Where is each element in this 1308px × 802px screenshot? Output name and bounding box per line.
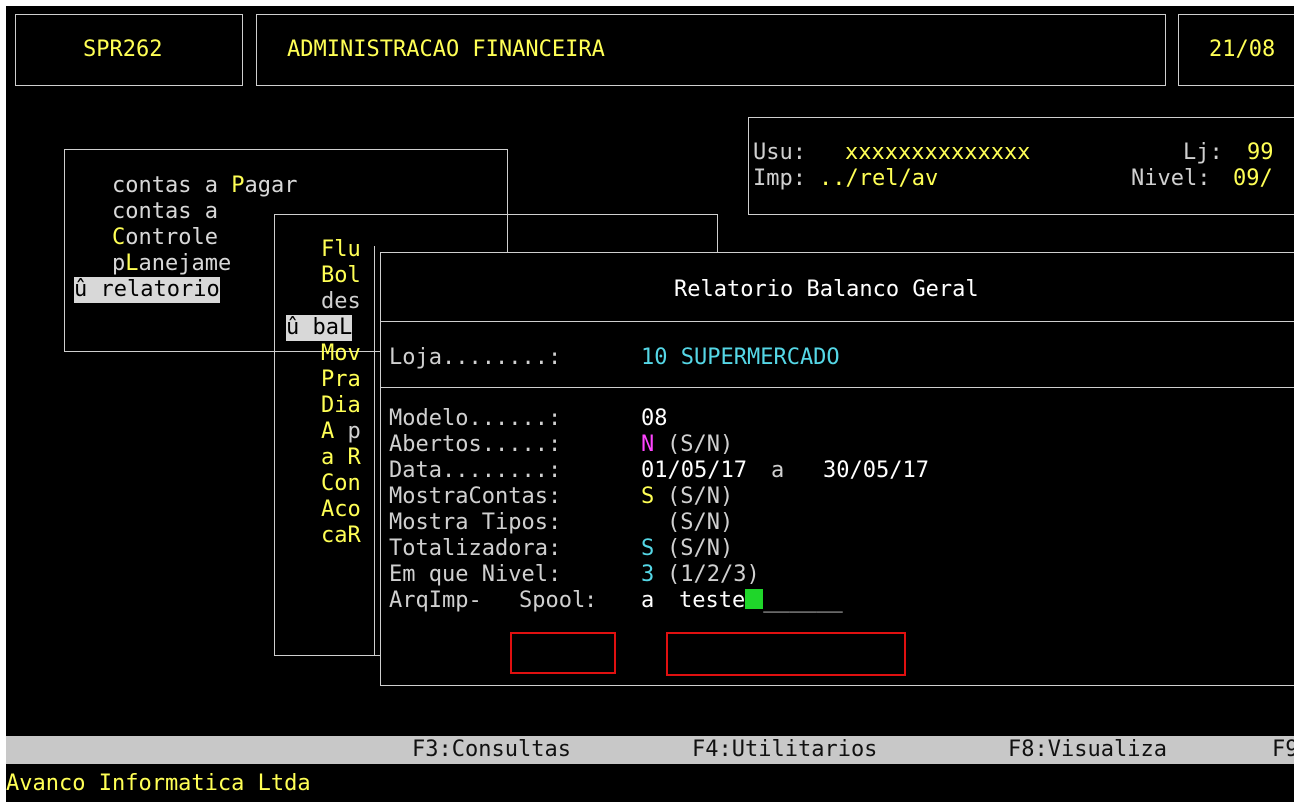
- mostra-contas-label: MostraContas:: [389, 484, 562, 509]
- arqimp-filename-blank: ______: [763, 588, 843, 613]
- mostra-tipos-hint: (S/N): [667, 510, 734, 535]
- session-info-box: Usu: xxxxxxxxxxxxxx Lj: 99 Imp: ../rel/a…: [748, 117, 1294, 215]
- program-code-box: SPR262: [15, 14, 243, 86]
- em-que-nivel-label: Em que Nivel:: [389, 562, 562, 587]
- data-separator: a: [771, 458, 785, 483]
- f4-utilitarios[interactable]: F4:Utilitarios: [692, 737, 877, 763]
- totalizadora-hint: (S/N): [667, 536, 734, 561]
- arqimp-filename-value: teste: [679, 588, 746, 613]
- text-cursor: [745, 589, 764, 609]
- date-box: 21/08: [1178, 14, 1294, 86]
- arqimp-mode[interactable]: a: [641, 588, 654, 614]
- arqimp-filename-input[interactable]: teste ______: [679, 588, 843, 614]
- imp-label: Imp:: [753, 166, 806, 191]
- dialog-separator-2: [381, 387, 1294, 388]
- sub-item-a-p[interactable]: A p: [321, 419, 361, 445]
- usu-label: Usu:: [753, 140, 806, 165]
- abertos-hint: (S/N): [667, 432, 734, 457]
- system-title: ADMINISTRACAO FINANCEIRA: [287, 37, 605, 62]
- menu-item-controle[interactable]: Controle: [112, 225, 218, 251]
- hotkey-l: L: [125, 251, 139, 276]
- report-dialog: Relatorio Balanco Geral Loja........: 10…: [380, 252, 1294, 686]
- mostra-contas-value[interactable]: S: [641, 484, 654, 510]
- hotkey-p: P: [231, 173, 245, 198]
- program-code: SPR262: [83, 37, 163, 62]
- mostra-contas-hint: (S/N): [667, 484, 734, 509]
- menu-item-contas-pagar[interactable]: contas a Pagar: [112, 173, 297, 199]
- arqimp-label-colon: :: [584, 588, 598, 613]
- sub-item-con[interactable]: Con: [321, 471, 361, 497]
- company-name: Avanco Informatica Ltda: [6, 771, 311, 796]
- hotkey-c: C: [112, 225, 126, 250]
- status-footer: Avanco Informatica Ltda: [6, 764, 1294, 802]
- arqimp-label-prefix: ArqImp-: [389, 588, 482, 613]
- sub-item-car[interactable]: caR: [321, 523, 361, 549]
- annotation-filename-highlight: [666, 632, 906, 676]
- data-from-value[interactable]: 01/05/17: [641, 458, 747, 484]
- sub-item-boletos[interactable]: Bol: [321, 263, 361, 289]
- menu-item-relatorios[interactable]: û relatorio: [74, 277, 220, 303]
- spool-label: Spool: [519, 588, 586, 613]
- f9-key[interactable]: F9: [1272, 737, 1294, 763]
- mostra-tipos-value[interactable]: [641, 510, 654, 536]
- menu-item-planejamento[interactable]: pLanejame: [112, 251, 231, 277]
- f8-visualiza[interactable]: F8:Visualiza: [1008, 737, 1167, 763]
- usu-value: xxxxxxxxxxxxxx: [845, 140, 1031, 165]
- abertos-value[interactable]: N: [641, 432, 654, 458]
- f3-consultas[interactable]: F3:Consultas: [412, 737, 571, 763]
- function-key-bar: F3:Consultas F4:Utilitarios F8:Visualiza…: [6, 736, 1294, 764]
- mostra-tipos-label: Mostra Tipos:: [389, 510, 562, 535]
- sub-item-pra[interactable]: Pra: [321, 367, 361, 393]
- sub-item-balanco[interactable]: û baL: [286, 315, 353, 341]
- lj-value: 99: [1247, 140, 1274, 165]
- dialog-title: Relatorio Balanco Geral: [674, 277, 979, 302]
- em-que-nivel-value[interactable]: 3: [641, 562, 654, 588]
- em-que-nivel-hint: (1/2/3): [667, 562, 760, 587]
- abertos-label: Abertos.....:: [389, 432, 562, 457]
- data-to-value[interactable]: 30/05/17: [823, 458, 929, 484]
- modelo-value[interactable]: 08: [641, 406, 668, 432]
- sub-item-des[interactable]: des: [321, 289, 361, 315]
- menu-item-contas-receber[interactable]: contas a: [112, 199, 231, 225]
- sub-item-dia[interactable]: Dia: [321, 393, 361, 419]
- data-label: Data........:: [389, 458, 562, 483]
- sub-item-mov[interactable]: Mov: [321, 341, 361, 367]
- sub-item-aco[interactable]: Aco: [321, 497, 361, 523]
- terminal-screen: SPR262 ADMINISTRACAO FINANCEIRA 21/08 Us…: [6, 6, 1294, 802]
- sub-item-fluxo[interactable]: Flu: [321, 237, 361, 263]
- annotation-spool-highlight: [510, 632, 616, 674]
- sub-menu-divider: [374, 246, 375, 656]
- sub-item-a-r[interactable]: a R: [321, 445, 361, 471]
- totalizadora-value[interactable]: S: [641, 536, 654, 562]
- nivel-label: Nivel:: [1131, 166, 1211, 191]
- header-date: 21/08: [1209, 37, 1276, 62]
- loja-label: Loja........:: [389, 345, 562, 370]
- modelo-label: Modelo......:: [389, 406, 562, 431]
- imp-value: ../rel/av: [819, 166, 939, 191]
- loja-value[interactable]: 10 SUPERMERCADO: [641, 345, 840, 371]
- nivel-value: 09/: [1233, 166, 1273, 191]
- dialog-separator-1: [381, 321, 1294, 322]
- system-title-box: ADMINISTRACAO FINANCEIRA: [256, 14, 1166, 86]
- totalizadora-label: Totalizadora:: [389, 536, 562, 561]
- lj-label: Lj:: [1183, 140, 1223, 165]
